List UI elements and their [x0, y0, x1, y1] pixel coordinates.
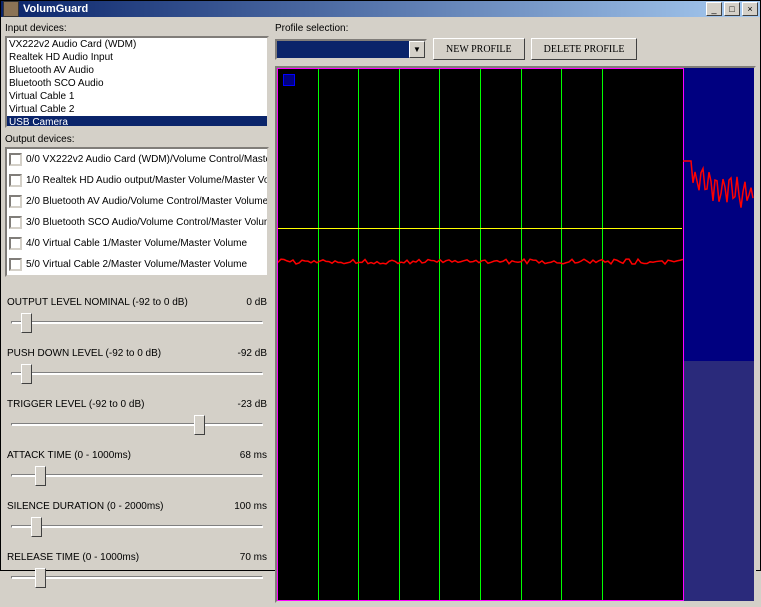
grid-line: [561, 69, 562, 600]
graph-live-panel: [683, 68, 754, 601]
input-device-item[interactable]: USB Camera: [7, 116, 267, 128]
push-down-slider: PUSH DOWN LEVEL (-92 to 0 dB) -92 dB: [5, 348, 269, 387]
grid-line: [521, 69, 522, 600]
input-device-item[interactable]: Realtek HD Audio Input: [7, 51, 267, 64]
close-button[interactable]: ×: [742, 2, 758, 16]
trigger-level-label: TRIGGER LEVEL (-92 to 0 dB): [7, 399, 144, 410]
trigger-level-value: -23 dB: [238, 399, 267, 410]
waveform-graph[interactable]: [275, 66, 756, 603]
push-down-label: PUSH DOWN LEVEL (-92 to 0 dB): [7, 348, 161, 359]
graph-indicator-icon: [283, 74, 295, 86]
output-device-label: 2/0 Bluetooth AV Audio/Volume Control/Ma…: [26, 196, 267, 207]
profile-selection-label: Profile selection:: [275, 23, 756, 34]
minimize-button[interactable]: _: [706, 2, 722, 16]
output-device-label: 3/0 Bluetooth SCO Audio/Volume Control/M…: [26, 217, 267, 228]
slider-thumb[interactable]: [194, 415, 205, 435]
output-level-value: 0 dB: [246, 297, 267, 308]
output-device-label: 5/0 Virtual Cable 2/Master Volume/Master…: [26, 259, 247, 270]
input-devices-list[interactable]: VX222v2 Audio Card (WDM)Realtek HD Audio…: [5, 36, 269, 128]
output-device-item[interactable]: 1/0 Realtek HD Audio output/Master Volum…: [7, 170, 267, 191]
input-device-item[interactable]: Virtual Cable 2: [7, 103, 267, 116]
output-device-label: 0/0 VX222v2 Audio Card (WDM)/Volume Cont…: [26, 154, 267, 165]
combo-dropdown-button[interactable]: ▼: [409, 41, 425, 58]
output-devices-label: Output devices:: [5, 134, 269, 145]
slider-thumb[interactable]: [21, 313, 32, 333]
attack-time-label: ATTACK TIME (0 - 1000ms): [7, 450, 131, 461]
attack-time-track[interactable]: [5, 463, 269, 489]
output-device-item[interactable]: 2/0 Bluetooth AV Audio/Volume Control/Ma…: [7, 191, 267, 212]
output-device-item[interactable]: 5/0 Virtual Cable 2/Master Volume/Master…: [7, 254, 267, 275]
output-device-label: 1/0 Realtek HD Audio output/Master Volum…: [26, 175, 267, 186]
release-time-track[interactable]: [5, 565, 269, 591]
grid-line: [358, 69, 359, 600]
grid-line: [480, 69, 481, 600]
attack-time-value: 68 ms: [240, 450, 267, 461]
profile-combo[interactable]: ▼: [275, 39, 427, 60]
main-window: VolumGuard _ □ × Input devices: VX222v2 …: [0, 0, 761, 571]
trigger-level-track[interactable]: [5, 412, 269, 438]
release-time-value: 70 ms: [240, 552, 267, 563]
output-level-track[interactable]: [5, 310, 269, 336]
grid-line: [602, 69, 603, 600]
output-device-item[interactable]: 4/0 Virtual Cable 1/Master Volume/Master…: [7, 233, 267, 254]
delete-profile-button[interactable]: DELETE PROFILE: [531, 38, 638, 60]
maximize-button[interactable]: □: [724, 2, 740, 16]
input-device-item[interactable]: Bluetooth SCO Audio: [7, 77, 267, 90]
app-icon: [3, 1, 19, 17]
grid-line: [318, 69, 319, 600]
window-title: VolumGuard: [23, 3, 704, 15]
attack-time-slider: ATTACK TIME (0 - 1000ms) 68 ms: [5, 450, 269, 489]
output-checkbox[interactable]: [9, 195, 22, 208]
input-device-item[interactable]: Bluetooth AV Audio: [7, 64, 267, 77]
silence-duration-value: 100 ms: [234, 501, 267, 512]
slider-thumb[interactable]: [35, 466, 46, 486]
titlebar[interactable]: VolumGuard _ □ ×: [1, 1, 760, 17]
silence-duration-label: SILENCE DURATION (0 - 2000ms): [7, 501, 164, 512]
release-time-label: RELEASE TIME (0 - 1000ms): [7, 552, 139, 563]
content-area: Input devices: VX222v2 Audio Card (WDM)R…: [1, 17, 760, 607]
profile-row: ▼ NEW PROFILE DELETE PROFILE: [275, 38, 756, 60]
output-devices-list[interactable]: 0/0 VX222v2 Audio Card (WDM)/Volume Cont…: [5, 147, 269, 277]
sliders-panel: OUTPUT LEVEL NOMINAL (-92 to 0 dB) 0 dB …: [5, 283, 269, 603]
output-level-slider: OUTPUT LEVEL NOMINAL (-92 to 0 dB) 0 dB: [5, 297, 269, 336]
release-time-slider: RELEASE TIME (0 - 1000ms) 70 ms: [5, 552, 269, 591]
output-device-item[interactable]: 0/0 VX222v2 Audio Card (WDM)/Volume Cont…: [7, 149, 267, 170]
output-checkbox[interactable]: [9, 237, 22, 250]
output-checkbox[interactable]: [9, 258, 22, 271]
right-column: Profile selection: ▼ NEW PROFILE DELETE …: [275, 21, 756, 603]
output-device-label: 4/0 Virtual Cable 1/Master Volume/Master…: [26, 238, 247, 249]
trigger-threshold-line: [278, 228, 682, 229]
input-device-item[interactable]: VX222v2 Audio Card (WDM): [7, 38, 267, 51]
push-down-value: -92 dB: [238, 348, 267, 359]
slider-thumb[interactable]: [35, 568, 46, 588]
input-devices-label: Input devices:: [5, 23, 269, 34]
silence-duration-slider: SILENCE DURATION (0 - 2000ms) 100 ms: [5, 501, 269, 540]
output-checkbox[interactable]: [9, 174, 22, 187]
new-profile-button[interactable]: NEW PROFILE: [433, 38, 525, 60]
output-device-item[interactable]: 3/0 Bluetooth SCO Audio/Volume Control/M…: [7, 212, 267, 233]
trigger-level-slider: TRIGGER LEVEL (-92 to 0 dB) -23 dB: [5, 399, 269, 438]
silence-duration-track[interactable]: [5, 514, 269, 540]
waveform-live: [683, 153, 754, 253]
output-level-label: OUTPUT LEVEL NOMINAL (-92 to 0 dB): [7, 297, 188, 308]
push-down-track[interactable]: [5, 361, 269, 387]
left-column: Input devices: VX222v2 Audio Card (WDM)R…: [5, 21, 269, 603]
grid-line: [399, 69, 400, 600]
output-checkbox[interactable]: [9, 153, 22, 166]
output-checkbox[interactable]: [9, 216, 22, 229]
input-device-item[interactable]: Virtual Cable 1: [7, 90, 267, 103]
slider-thumb[interactable]: [31, 517, 42, 537]
waveform-main: [278, 255, 683, 269]
grid-line: [439, 69, 440, 600]
slider-thumb[interactable]: [21, 364, 32, 384]
